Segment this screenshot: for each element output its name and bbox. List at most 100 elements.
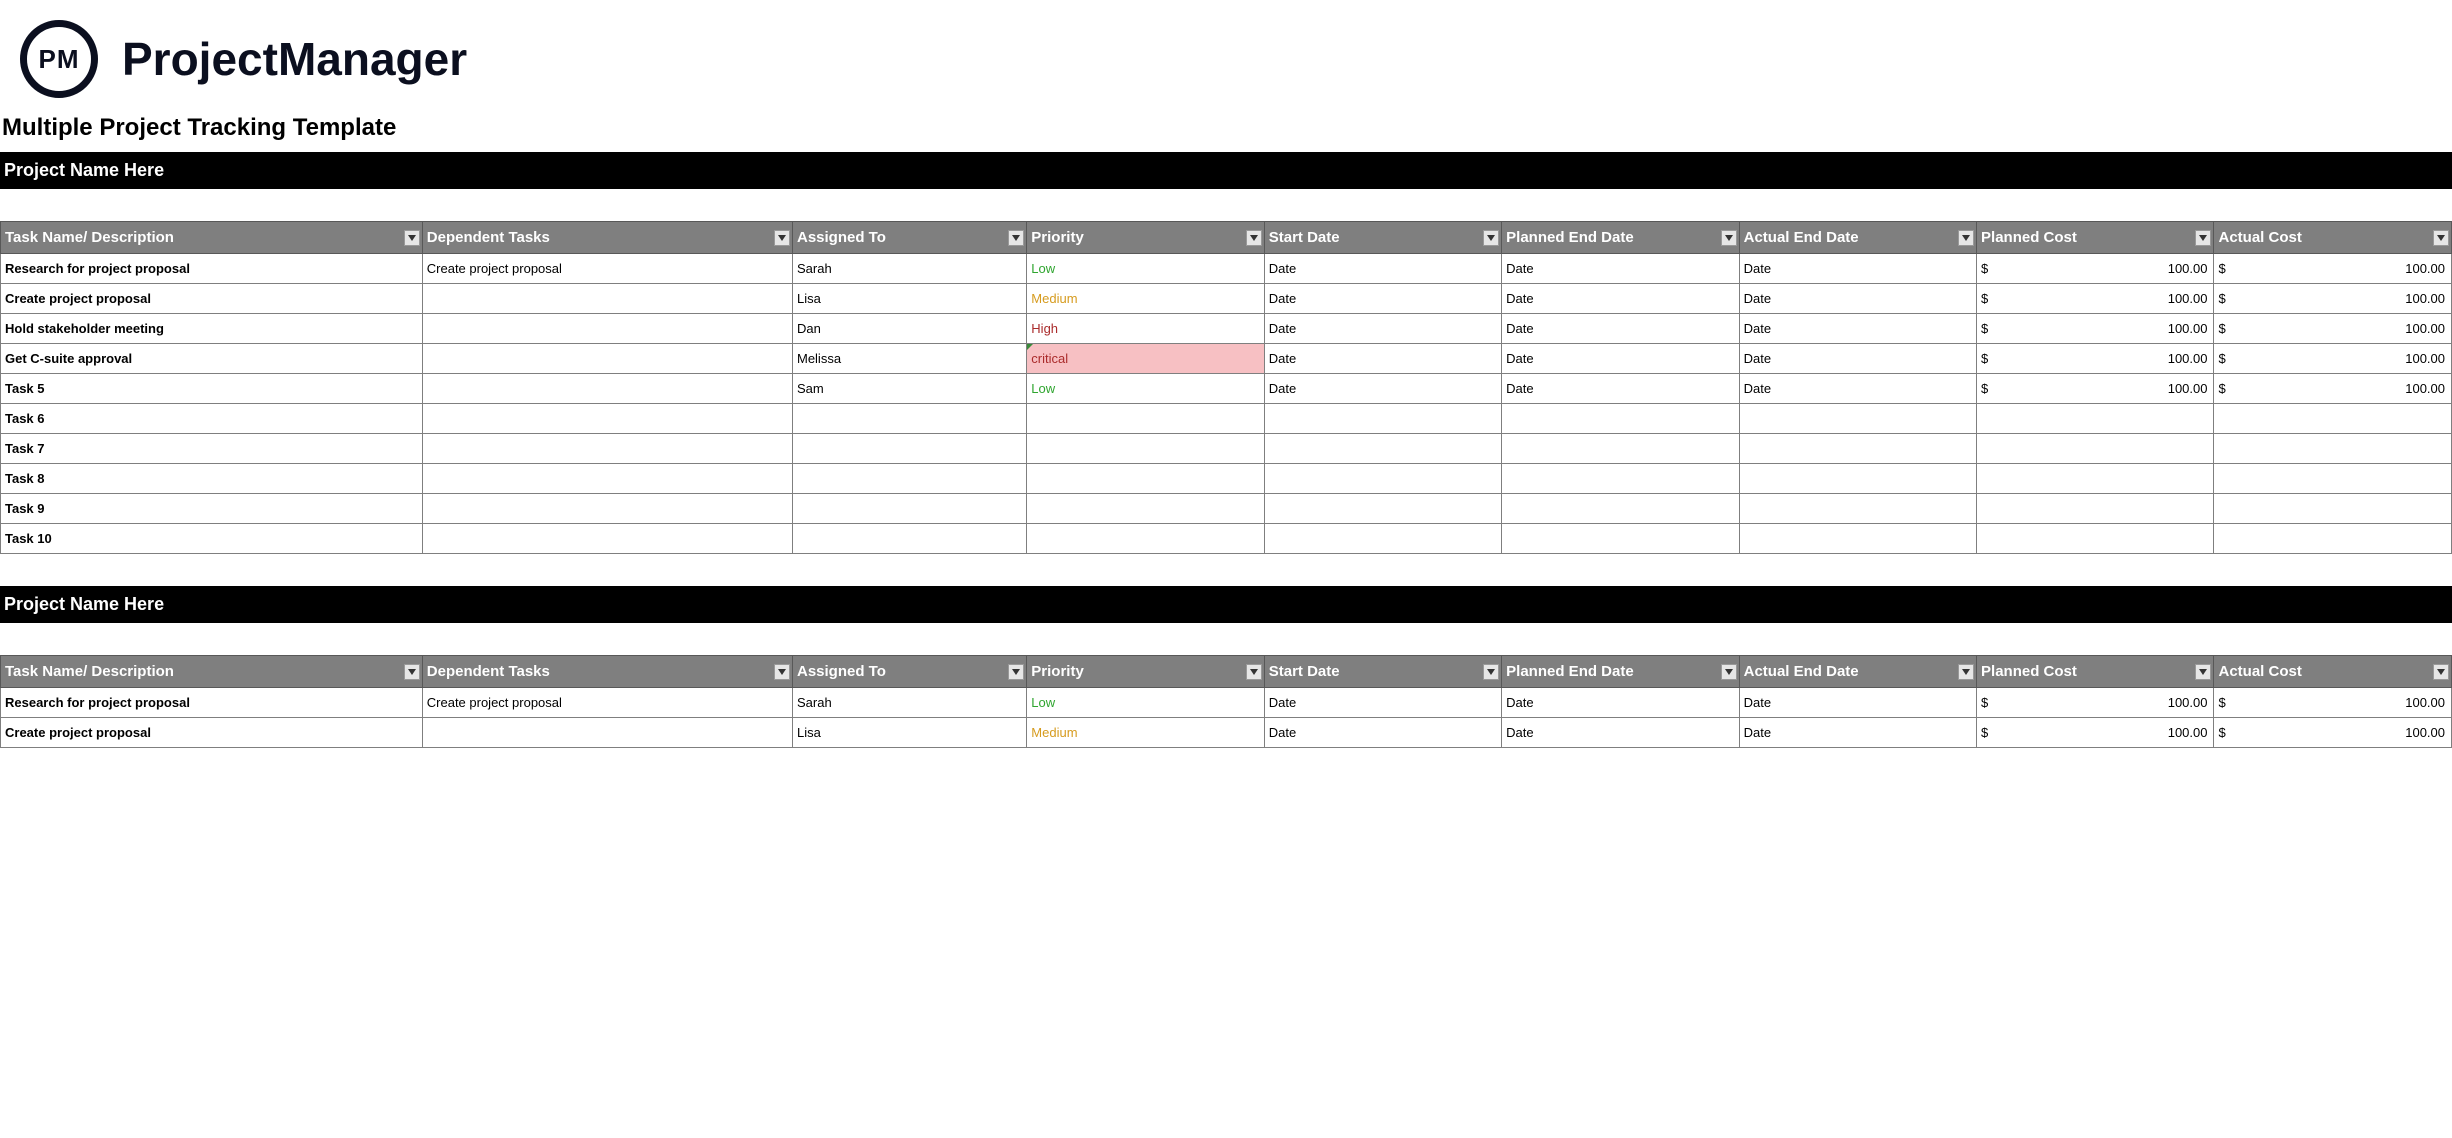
cell-start-date[interactable]: [1264, 404, 1501, 434]
filter-dropdown-icon[interactable]: [2433, 230, 2449, 246]
cell-planned-end-date[interactable]: Date: [1502, 374, 1739, 404]
col-header-assigned[interactable]: Assigned To: [792, 656, 1026, 688]
cell-actual-cost[interactable]: $100.00: [2214, 254, 2452, 284]
cell-task[interactable]: Create project proposal: [1, 718, 423, 748]
cell-actual-end-date[interactable]: [1739, 494, 1976, 524]
col-header-planned-cost[interactable]: Planned Cost: [1977, 222, 2214, 254]
cell-planned-end-date[interactable]: [1502, 404, 1739, 434]
cell-planned-cost[interactable]: $100.00: [1977, 254, 2214, 284]
cell-planned-end-date[interactable]: [1502, 494, 1739, 524]
cell-start-date[interactable]: [1264, 494, 1501, 524]
col-header-actual-end-date[interactable]: Actual End Date: [1739, 222, 1976, 254]
cell-actual-cost[interactable]: [2214, 524, 2452, 554]
filter-dropdown-icon[interactable]: [1008, 664, 1024, 680]
cell-start-date[interactable]: Date: [1264, 344, 1501, 374]
cell-actual-end-date[interactable]: Date: [1739, 254, 1976, 284]
cell-dependent[interactable]: [422, 284, 792, 314]
cell-dependent[interactable]: [422, 374, 792, 404]
cell-priority[interactable]: Low: [1027, 254, 1264, 284]
cell-actual-cost[interactable]: $100.00: [2214, 374, 2452, 404]
filter-dropdown-icon[interactable]: [1958, 664, 1974, 680]
cell-task[interactable]: Task 8: [1, 464, 423, 494]
cell-planned-end-date[interactable]: Date: [1502, 254, 1739, 284]
filter-dropdown-icon[interactable]: [774, 664, 790, 680]
cell-planned-end-date[interactable]: Date: [1502, 688, 1739, 718]
cell-actual-end-date[interactable]: Date: [1739, 284, 1976, 314]
cell-task[interactable]: Hold stakeholder meeting: [1, 314, 423, 344]
cell-dependent[interactable]: Create project proposal: [422, 688, 792, 718]
cell-planned-cost[interactable]: $100.00: [1977, 314, 2214, 344]
cell-task[interactable]: Research for project proposal: [1, 688, 423, 718]
col-header-dependent[interactable]: Dependent Tasks: [422, 222, 792, 254]
col-header-planned-end-date[interactable]: Planned End Date: [1502, 222, 1739, 254]
cell-priority[interactable]: [1027, 404, 1264, 434]
cell-priority[interactable]: High: [1027, 314, 1264, 344]
cell-actual-end-date[interactable]: [1739, 404, 1976, 434]
cell-task[interactable]: Create project proposal: [1, 284, 423, 314]
cell-dependent[interactable]: [422, 314, 792, 344]
cell-priority[interactable]: Medium: [1027, 284, 1264, 314]
cell-start-date[interactable]: Date: [1264, 374, 1501, 404]
cell-task[interactable]: Task 10: [1, 524, 423, 554]
cell-actual-cost[interactable]: [2214, 464, 2452, 494]
cell-priority[interactable]: [1027, 494, 1264, 524]
cell-start-date[interactable]: [1264, 524, 1501, 554]
cell-planned-cost[interactable]: $100.00: [1977, 688, 2214, 718]
cell-planned-cost[interactable]: $100.00: [1977, 284, 2214, 314]
col-header-actual-cost[interactable]: Actual Cost: [2214, 656, 2452, 688]
cell-start-date[interactable]: Date: [1264, 284, 1501, 314]
cell-dependent[interactable]: [422, 434, 792, 464]
col-header-dependent[interactable]: Dependent Tasks: [422, 656, 792, 688]
cell-planned-end-date[interactable]: [1502, 464, 1739, 494]
filter-dropdown-icon[interactable]: [2195, 230, 2211, 246]
cell-start-date[interactable]: Date: [1264, 254, 1501, 284]
col-header-task[interactable]: Task Name/ Description: [1, 222, 423, 254]
filter-dropdown-icon[interactable]: [1721, 664, 1737, 680]
cell-planned-cost[interactable]: [1977, 494, 2214, 524]
cell-start-date[interactable]: Date: [1264, 314, 1501, 344]
cell-assigned[interactable]: [792, 434, 1026, 464]
cell-task[interactable]: Research for project proposal: [1, 254, 423, 284]
cell-actual-end-date[interactable]: Date: [1739, 688, 1976, 718]
cell-assigned[interactable]: Dan: [792, 314, 1026, 344]
col-header-task[interactable]: Task Name/ Description: [1, 656, 423, 688]
filter-dropdown-icon[interactable]: [1246, 230, 1262, 246]
cell-assigned[interactable]: Lisa: [792, 718, 1026, 748]
cell-planned-cost[interactable]: [1977, 404, 2214, 434]
filter-dropdown-icon[interactable]: [774, 230, 790, 246]
col-header-assigned[interactable]: Assigned To: [792, 222, 1026, 254]
cell-task[interactable]: Task 9: [1, 494, 423, 524]
cell-dependent[interactable]: [422, 404, 792, 434]
cell-assigned[interactable]: [792, 494, 1026, 524]
cell-assigned[interactable]: [792, 464, 1026, 494]
cell-assigned[interactable]: Sam: [792, 374, 1026, 404]
cell-start-date[interactable]: [1264, 434, 1501, 464]
filter-dropdown-icon[interactable]: [1958, 230, 1974, 246]
col-header-planned-cost[interactable]: Planned Cost: [1977, 656, 2214, 688]
cell-priority[interactable]: [1027, 434, 1264, 464]
cell-actual-cost[interactable]: $100.00: [2214, 284, 2452, 314]
cell-task[interactable]: Task 7: [1, 434, 423, 464]
cell-actual-cost[interactable]: [2214, 494, 2452, 524]
cell-actual-cost[interactable]: $100.00: [2214, 314, 2452, 344]
cell-priority[interactable]: Low: [1027, 374, 1264, 404]
cell-planned-end-date[interactable]: Date: [1502, 344, 1739, 374]
cell-actual-end-date[interactable]: [1739, 524, 1976, 554]
cell-actual-end-date[interactable]: [1739, 464, 1976, 494]
filter-dropdown-icon[interactable]: [404, 230, 420, 246]
cell-actual-end-date[interactable]: Date: [1739, 344, 1976, 374]
col-header-priority[interactable]: Priority: [1027, 656, 1264, 688]
filter-dropdown-icon[interactable]: [1483, 230, 1499, 246]
cell-planned-cost[interactable]: $100.00: [1977, 718, 2214, 748]
filter-dropdown-icon[interactable]: [1721, 230, 1737, 246]
cell-assigned[interactable]: [792, 404, 1026, 434]
cell-planned-cost[interactable]: $100.00: [1977, 344, 2214, 374]
cell-priority[interactable]: critical: [1027, 344, 1264, 374]
col-header-priority[interactable]: Priority: [1027, 222, 1264, 254]
cell-task[interactable]: Task 6: [1, 404, 423, 434]
cell-assigned[interactable]: Sarah: [792, 254, 1026, 284]
col-header-actual-cost[interactable]: Actual Cost: [2214, 222, 2452, 254]
cell-planned-cost[interactable]: [1977, 464, 2214, 494]
cell-start-date[interactable]: [1264, 464, 1501, 494]
col-header-start-date[interactable]: Start Date: [1264, 656, 1501, 688]
